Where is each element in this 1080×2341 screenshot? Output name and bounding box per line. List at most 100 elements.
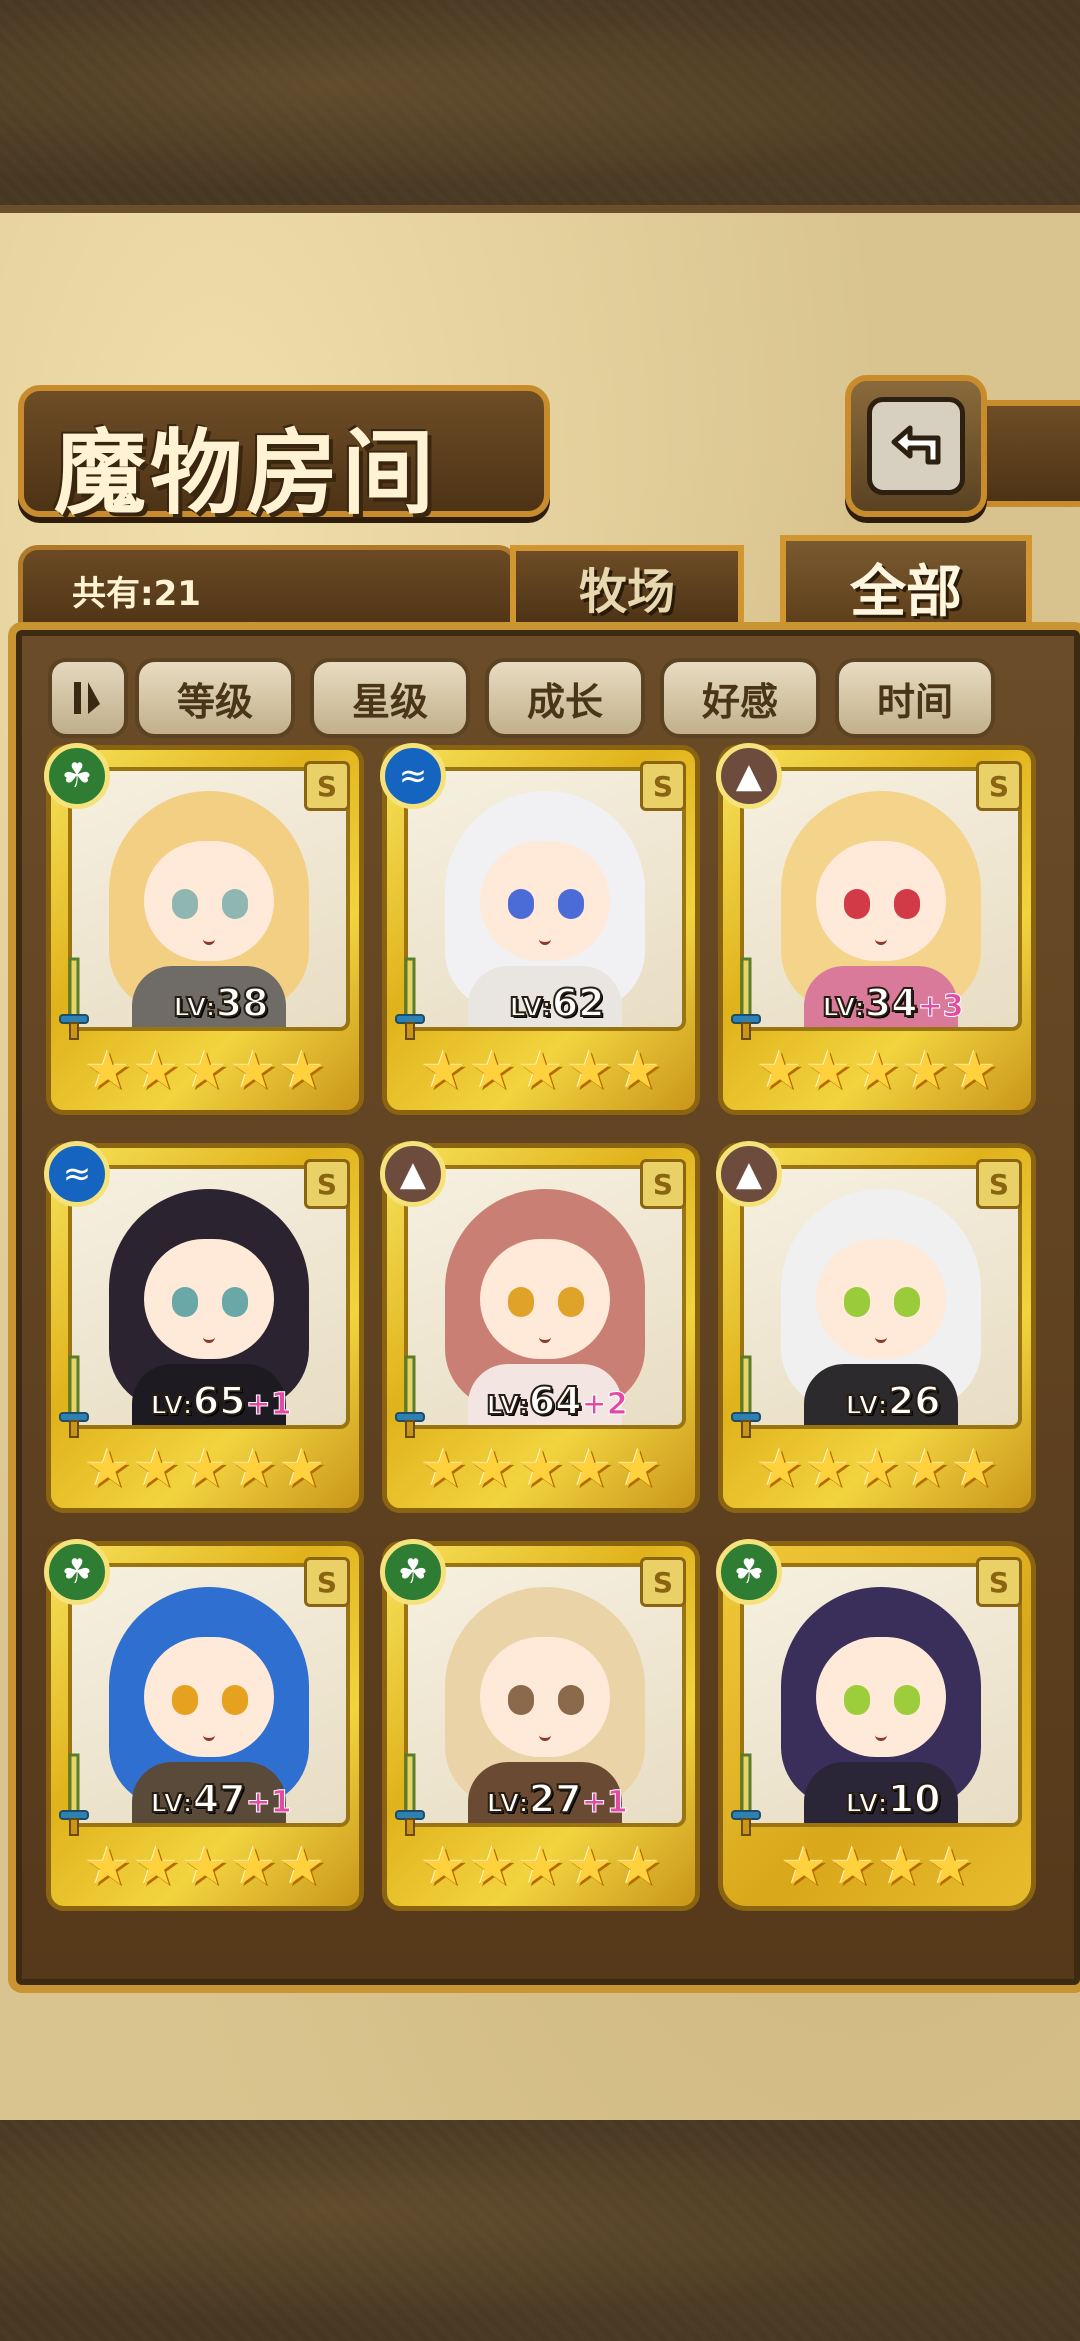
sword-icon: [395, 957, 425, 1040]
level-bonus: +2: [581, 1387, 628, 1423]
star-icon: ★: [950, 1041, 998, 1101]
level-value: 34: [864, 980, 919, 1026]
level-value: 47: [192, 1776, 247, 1822]
portrait-eye: [558, 1685, 584, 1715]
monster-level: LV:26: [788, 1378, 998, 1424]
star-icon: ★: [805, 1439, 852, 1499]
level-value: 64: [528, 1378, 583, 1424]
monster-card[interactable]: ☘ S LV:38 ★ ★ ★ ★ ★: [44, 743, 364, 1115]
star-rating: ★ ★ ★ ★ ★: [402, 1837, 680, 1897]
star-icon: ★: [853, 1041, 901, 1101]
star-icon: ★: [84, 1837, 132, 1897]
monster-card[interactable]: ≈ S LV:62 ★ ★ ★ ★ ★: [380, 743, 700, 1115]
sword-icon: [731, 957, 761, 1040]
sort-bar: 等级 星级 成长 好感 时间: [40, 650, 1040, 738]
star-icon: ★: [853, 1439, 901, 1499]
monster-level: LV:65+1: [116, 1378, 326, 1424]
rank-badge: S: [640, 761, 686, 811]
monster-card[interactable]: ▲ S LV:26 ★ ★ ★ ★ ★: [716, 1141, 1036, 1513]
monster-card[interactable]: ☘ S LV:27+1 ★ ★ ★ ★ ★: [380, 1539, 700, 1911]
sort-by-time-button[interactable]: 时间: [835, 658, 995, 738]
star-icon: ★: [230, 1837, 277, 1897]
monster-level: LV:47+1: [116, 1776, 326, 1822]
element-rock-icon: ▲: [380, 1141, 446, 1207]
level-prefix: LV:: [844, 1390, 888, 1422]
rank-badge: S: [976, 761, 1022, 811]
portrait-eye: [222, 1685, 248, 1715]
star-icon: ★: [902, 1439, 949, 1499]
star-icon: ★: [566, 1041, 613, 1101]
portrait-eye: [172, 1685, 198, 1715]
level-value: 27: [528, 1776, 583, 1822]
monster-card[interactable]: ▲ S LV:64+2 ★ ★ ★ ★ ★: [380, 1141, 700, 1513]
star-rating: ★ ★ ★ ★ ★: [402, 1439, 680, 1499]
level-bonus: +1: [245, 1387, 292, 1423]
star-icon: ★: [614, 1837, 662, 1897]
monster-level: LV:38: [116, 980, 326, 1026]
star-icon: ★: [230, 1439, 277, 1499]
level-value: 26: [887, 1378, 942, 1424]
sword-icon: [59, 957, 89, 1040]
rank-badge: S: [640, 1159, 686, 1209]
portrait-eye: [844, 889, 870, 919]
level-prefix: LV:: [485, 1390, 529, 1422]
tab-ranch[interactable]: 牧场: [510, 545, 744, 629]
level-bonus: +1: [581, 1785, 628, 1821]
portrait-eye: [894, 1685, 920, 1715]
star-icon: ★: [278, 1439, 326, 1499]
map-background-top: [0, 0, 1080, 210]
star-icon: ★: [950, 1439, 998, 1499]
star-rating: ★ ★ ★ ★ ★: [66, 1041, 344, 1101]
star-rating: ★ ★ ★ ★ ★: [66, 1837, 344, 1897]
monster-level: LV:34+3: [788, 980, 998, 1026]
monster-level: LV:10: [788, 1776, 998, 1822]
monster-card[interactable]: ☘ S LV:10 ★ ★ ★ ★: [716, 1539, 1036, 1911]
rank-badge: S: [304, 761, 350, 811]
sort-by-growth-button[interactable]: 成长: [485, 658, 645, 738]
level-prefix: LV:: [149, 1788, 193, 1820]
rank-badge: S: [976, 1557, 1022, 1607]
monster-card[interactable]: ≈ S LV:65+1 ★ ★ ★ ★ ★: [44, 1141, 364, 1513]
monster-count: 共有:21: [72, 574, 201, 614]
back-button-rail: [975, 400, 1080, 507]
star-icon: ★: [84, 1439, 132, 1499]
level-value: 38: [215, 980, 270, 1026]
star-icon: ★: [133, 1041, 180, 1101]
sort-by-stars-button[interactable]: 星级: [310, 658, 470, 738]
star-icon: ★: [517, 1837, 565, 1897]
star-icon: ★: [878, 1837, 925, 1897]
return-arrow-icon: [867, 397, 965, 495]
star-icon: ★: [566, 1837, 613, 1897]
portrait-eye: [508, 889, 534, 919]
element-rock-icon: ▲: [716, 743, 782, 809]
level-prefix: LV:: [508, 992, 552, 1024]
title-plaque: 魔物房间: [18, 385, 550, 527]
star-icon: ★: [420, 1837, 468, 1897]
star-rating: ★ ★ ★ ★ ★: [738, 1041, 1016, 1101]
star-icon: ★: [517, 1439, 565, 1499]
portrait-eye: [222, 1287, 248, 1317]
sword-icon: [731, 1753, 761, 1836]
star-icon: ★: [902, 1041, 949, 1101]
sort-order-button[interactable]: [48, 658, 128, 738]
star-icon: ★: [566, 1439, 613, 1499]
sword-icon: [59, 1753, 89, 1836]
star-icon: ★: [133, 1439, 180, 1499]
sword-icon: [395, 1355, 425, 1438]
star-icon: ★: [469, 1041, 516, 1101]
level-prefix: LV:: [172, 992, 216, 1024]
level-prefix: LV:: [821, 992, 865, 1024]
star-rating: ★ ★ ★ ★: [738, 1837, 1016, 1897]
rank-badge: S: [304, 1159, 350, 1209]
star-icon: ★: [84, 1041, 132, 1101]
star-icon: ★: [517, 1041, 565, 1101]
star-icon: ★: [420, 1041, 468, 1101]
star-icon: ★: [469, 1837, 516, 1897]
monster-card[interactable]: ▲ S LV:34+3 ★ ★ ★ ★ ★: [716, 743, 1036, 1115]
monster-card[interactable]: ☘ S LV:47+1 ★ ★ ★ ★ ★: [44, 1539, 364, 1911]
sort-by-affection-button[interactable]: 好感: [660, 658, 820, 738]
sort-by-level-button[interactable]: 等级: [135, 658, 295, 738]
back-button[interactable]: [845, 375, 987, 517]
monster-level: LV:27+1: [452, 1776, 662, 1822]
level-bonus: +3: [917, 989, 964, 1025]
